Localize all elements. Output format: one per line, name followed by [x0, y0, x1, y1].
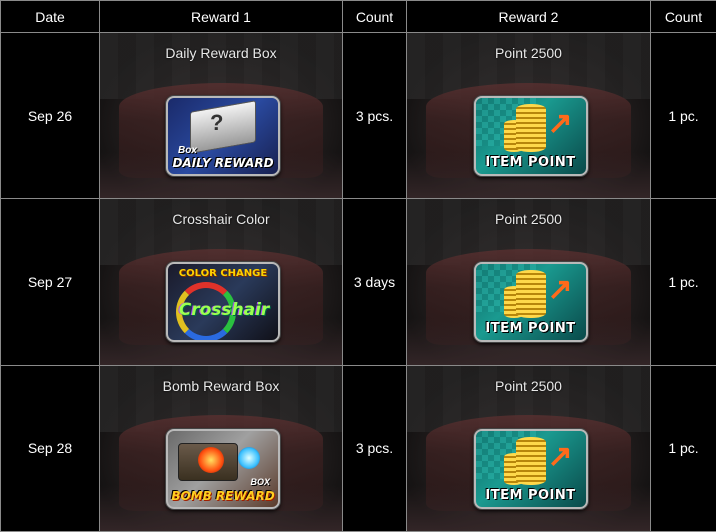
header-reward-1: Reward 1 — [99, 0, 343, 33]
icon-label: DAILY REWARD — [172, 156, 274, 170]
bomb-reward-box-icon: BOX BOMB REWARD — [166, 428, 280, 509]
daily-reward-box-icon: ? Box DAILY REWARD — [166, 96, 280, 176]
count-cell: 3 days — [342, 198, 407, 366]
reward-name: Crosshair Color — [172, 211, 270, 228]
icon-label: ITEM POINT — [485, 321, 576, 337]
header-count-2: Count — [650, 0, 716, 33]
date-cell: Sep 27 — [0, 198, 100, 366]
icon-label: ITEM POINT — [485, 155, 576, 170]
header-date: Date — [0, 0, 100, 33]
header-row: Date Reward 1 Count Reward 2 Count — [0, 0, 716, 33]
reward-2-cell: Point 2500 ↗ ITEM POINT — [406, 364, 651, 532]
icon-top-label: COLOR CHANGE — [178, 268, 268, 280]
count-cell: 3 pcs. — [342, 31, 407, 200]
reward-name: Point 2500 — [495, 211, 562, 228]
table-row: Sep 26 Daily Reward Box ? Box DAILY REWA… — [0, 31, 716, 200]
item-point-icon: ↗ ITEM POINT — [473, 428, 588, 509]
reward-2-cell: Point 2500 ↗ ITEM POINT — [406, 198, 651, 366]
reward-2-cell: Point 2500 ↗ ITEM POINT — [406, 31, 651, 200]
reward-name: Point 2500 — [495, 45, 562, 61]
count-cell: 3 pcs. — [342, 364, 407, 532]
date-cell: Sep 28 — [0, 364, 100, 532]
header-count-1: Count — [342, 0, 407, 33]
reward-schedule-table: Date Reward 1 Count Reward 2 Count Sep 2… — [0, 0, 716, 532]
icon-label: Crosshair — [178, 300, 270, 321]
reward-name: Bomb Reward Box — [162, 377, 280, 394]
reward-1-cell: Bomb Reward Box BOX BOMB REWARD — [99, 364, 343, 532]
header-reward-2: Reward 2 — [406, 0, 651, 33]
reward-1-cell: Daily Reward Box ? Box DAILY REWARD — [99, 31, 343, 200]
item-point-icon: ↗ ITEM POINT — [473, 96, 588, 176]
count-cell: 1 pc. — [650, 364, 716, 532]
table-row: Sep 27 Crosshair Color COLOR CHANGE Cros… — [0, 198, 716, 366]
icon-sub-label: Box — [178, 145, 197, 156]
item-point-icon: ↗ ITEM POINT — [473, 262, 588, 343]
date-cell: Sep 26 — [0, 31, 100, 200]
reward-name: Point 2500 — [495, 377, 562, 394]
icon-label: BOMB REWARD — [171, 488, 275, 503]
count-cell: 1 pc. — [650, 31, 716, 200]
reward-name: Daily Reward Box — [165, 45, 277, 61]
count-cell: 1 pc. — [650, 198, 716, 366]
reward-1-cell: Crosshair Color COLOR CHANGE Crosshair — [99, 198, 343, 366]
table-row: Sep 28 Bomb Reward Box BOX BOMB REWARD 3… — [0, 364, 716, 532]
icon-label: ITEM POINT — [485, 487, 576, 503]
color-change-crosshair-icon: COLOR CHANGE Crosshair — [166, 262, 280, 343]
icon-sub-label: BOX — [250, 476, 270, 487]
